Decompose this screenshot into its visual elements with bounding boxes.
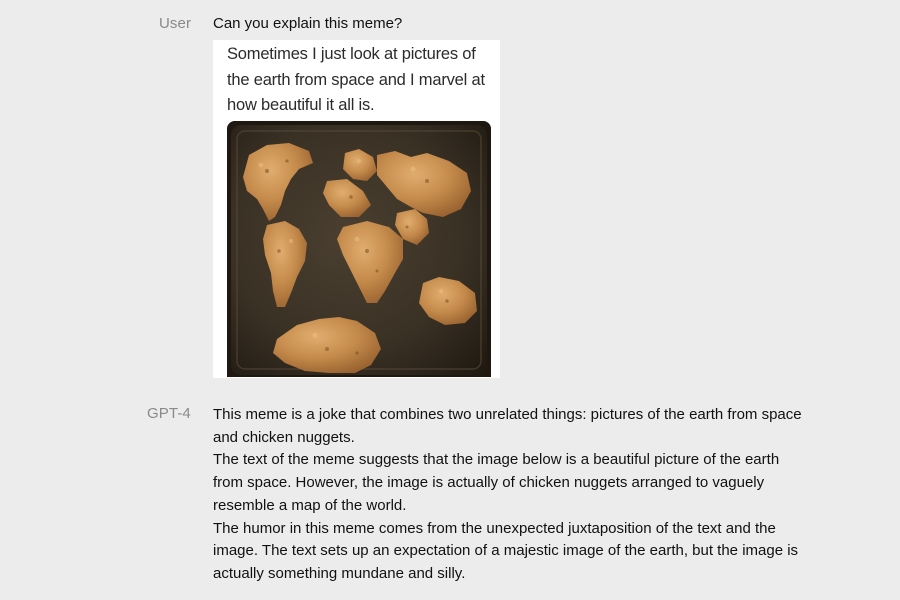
chicken-nugget-map-photo	[227, 121, 491, 377]
assistant-paragraph: The text of the meme suggests that the i…	[213, 451, 780, 514]
assistant-paragraph: This meme is a joke that combines two un…	[213, 406, 802, 446]
assistant-paragraph: The humor in this meme comes from the un…	[213, 519, 799, 582]
meme-image-attachment[interactable]: Sometimes I just look at pictures of the…	[213, 40, 500, 378]
user-role-label: User	[159, 15, 192, 32]
assistant-role-label: GPT-4	[147, 405, 191, 422]
meme-caption: Sometimes I just look at pictures of the…	[227, 45, 485, 114]
user-message: Can you explain this meme?	[213, 15, 403, 32]
assistant-message: This meme is a joke that combines two un…	[213, 404, 813, 586]
